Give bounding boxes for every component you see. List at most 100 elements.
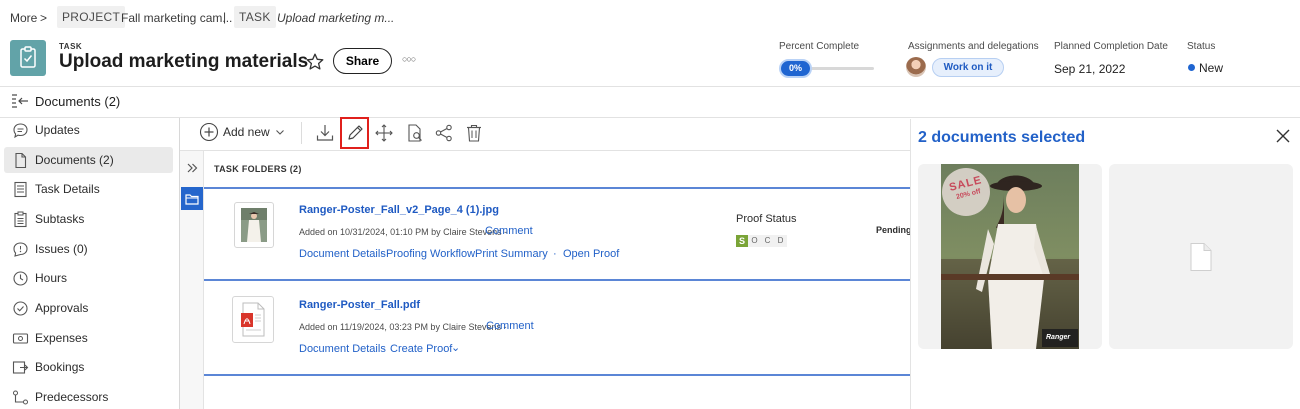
document-details-link[interactable]: Document Details	[299, 248, 386, 260]
subtasks-icon	[14, 211, 27, 227]
sidebar-item-updates[interactable]: Updates	[4, 117, 173, 143]
bookings-icon	[12, 360, 29, 374]
breadcrumb-project-tag: PROJECT	[57, 6, 126, 28]
download-icon[interactable]	[313, 121, 337, 145]
document-details-link[interactable]: Document Details	[299, 343, 386, 355]
action-separator: ·	[553, 248, 557, 260]
close-icon[interactable]	[1274, 127, 1292, 150]
proof-status-d: D	[774, 235, 787, 247]
row-border-top	[204, 187, 910, 189]
breadcrumb-project-link[interactable]: Fall marketing cam...	[121, 11, 232, 25]
proof-status-o: O	[748, 235, 761, 247]
pdf-file-icon	[241, 302, 265, 337]
sidebar-item-label: Predecessors	[35, 390, 109, 404]
sidebar-item-documents[interactable]: Documents (2)	[4, 147, 173, 173]
planned-completion-value[interactable]: Sep 21, 2022	[1054, 62, 1125, 76]
issue-bubble-icon	[13, 241, 28, 257]
print-summary-link[interactable]: Print Summary	[475, 248, 548, 260]
document-added-meta: Added on 10/31/2024, 01:10 PM by Claire …	[299, 227, 508, 237]
proof-status-label: Proof Status	[736, 213, 797, 225]
planned-completion-label: Planned Completion Date	[1054, 41, 1168, 52]
sidebar-item-bookings[interactable]: Bookings	[4, 354, 173, 380]
sidebar-item-label: Issues (0)	[35, 242, 88, 256]
sidebar-item-issues[interactable]: Issues (0)	[4, 236, 173, 262]
document-name-link[interactable]: Ranger-Poster_Fall.pdf	[299, 299, 420, 311]
sidebar-item-task-details[interactable]: Task Details	[4, 176, 173, 202]
share-button[interactable]: Share	[333, 48, 392, 74]
image-thumbnail-icon	[241, 208, 267, 242]
chat-bubble-icon	[13, 122, 28, 138]
percent-complete-label: Percent Complete	[779, 41, 860, 52]
document-thumbnail[interactable]	[234, 202, 274, 248]
sidebar-item-hours[interactable]: Hours	[4, 265, 173, 291]
preview-document-icon[interactable]	[403, 121, 427, 145]
page-title[interactable]: Upload marketing materials	[59, 51, 308, 73]
sidebar-item-subtasks[interactable]: Subtasks	[4, 206, 173, 232]
breadcrumb-pipe: |	[223, 10, 227, 24]
collapse-sidebar-icon[interactable]	[11, 93, 29, 114]
details-list-icon	[14, 181, 27, 197]
row-border-bottom	[204, 374, 910, 376]
section-divider	[0, 117, 1300, 118]
header-divider	[0, 86, 1300, 87]
edit-pencil-icon[interactable]	[340, 117, 369, 149]
share-nodes-icon[interactable]	[432, 121, 456, 145]
chevron-down-icon[interactable]: ⌄	[451, 341, 460, 354]
create-proof-link[interactable]: Create Proof	[390, 343, 452, 355]
open-proof-link[interactable]: Open Proof	[563, 248, 619, 260]
sidebar-item-label: Updates	[35, 123, 80, 137]
comment-link[interactable]: Comment	[485, 225, 533, 237]
star-icon[interactable]	[305, 52, 325, 77]
status-value[interactable]: New	[1199, 61, 1223, 75]
expand-folders-icon[interactable]	[185, 161, 199, 180]
breadcrumb-separator: >	[40, 11, 48, 25]
assignments-label: Assignments and delegations	[908, 41, 1039, 52]
sidebar-item-label: Approvals	[35, 301, 89, 315]
sidebar-item-expenses[interactable]: Expenses	[4, 325, 173, 351]
percent-complete-value[interactable]: 0%	[779, 59, 812, 78]
selected-document-card[interactable]: SALE 20% off Ranger	[918, 164, 1102, 349]
avatar[interactable]	[906, 57, 926, 77]
status-label: Status	[1187, 41, 1216, 52]
breadcrumb-task-link[interactable]: Upload marketing m...	[277, 11, 394, 25]
sidebar-item-predecessors[interactable]: Predecessors	[4, 384, 173, 409]
add-new-button[interactable]: Add new	[199, 122, 286, 142]
document-thumbnail[interactable]	[232, 296, 274, 343]
chevron-down-icon	[275, 130, 284, 135]
document-icon	[15, 152, 27, 168]
sidebar-item-label: Bookings	[35, 360, 85, 374]
comment-link[interactable]: Comment	[486, 320, 534, 332]
sidebar-item-label: Documents (2)	[35, 153, 114, 167]
sidebar-item-approvals[interactable]: Approvals	[4, 295, 173, 321]
add-circle-icon	[199, 122, 219, 142]
selected-document-card[interactable]	[1109, 164, 1293, 349]
section-title: Documents (2)	[35, 94, 121, 109]
more-options-icon[interactable]: ○○○	[402, 54, 416, 64]
sidebar-item-label: Task Details	[35, 182, 100, 196]
folder-button[interactable]	[181, 187, 203, 210]
proofing-workflow-link[interactable]: Proofing Workflow	[386, 248, 475, 260]
row-border-bottom	[204, 279, 910, 281]
clock-icon	[13, 270, 28, 286]
poster-preview-image	[941, 164, 1079, 349]
proof-status-indicators[interactable]: S O C D	[736, 235, 787, 247]
work-on-it-button[interactable]: Work on it	[932, 58, 1004, 77]
sidebar-item-label: Expenses	[35, 331, 88, 345]
proof-status-c: C	[761, 235, 774, 247]
task-folders-header[interactable]: TASK FOLDERS (2)	[214, 164, 302, 174]
object-type-label: TASK	[59, 42, 83, 51]
breadcrumb-task-tag: TASK	[234, 6, 276, 28]
add-new-label: Add new	[223, 125, 270, 139]
clipboard-check-icon	[20, 46, 36, 68]
action-separator: ·	[380, 248, 384, 260]
pending-status: Pending	[876, 225, 912, 235]
proof-status-s: S	[736, 235, 748, 247]
trash-icon[interactable]	[462, 121, 486, 145]
status-dot-icon	[1188, 64, 1195, 71]
expenses-icon	[12, 332, 29, 344]
document-name-link[interactable]: Ranger-Poster_Fall_v2_Page_4 (1).jpg	[299, 204, 499, 216]
check-circle-icon	[13, 300, 28, 316]
breadcrumb-more[interactable]: More	[10, 11, 37, 25]
move-icon[interactable]	[372, 121, 396, 145]
document-added-meta: Added on 11/19/2024, 03:23 PM by Claire …	[299, 322, 507, 332]
